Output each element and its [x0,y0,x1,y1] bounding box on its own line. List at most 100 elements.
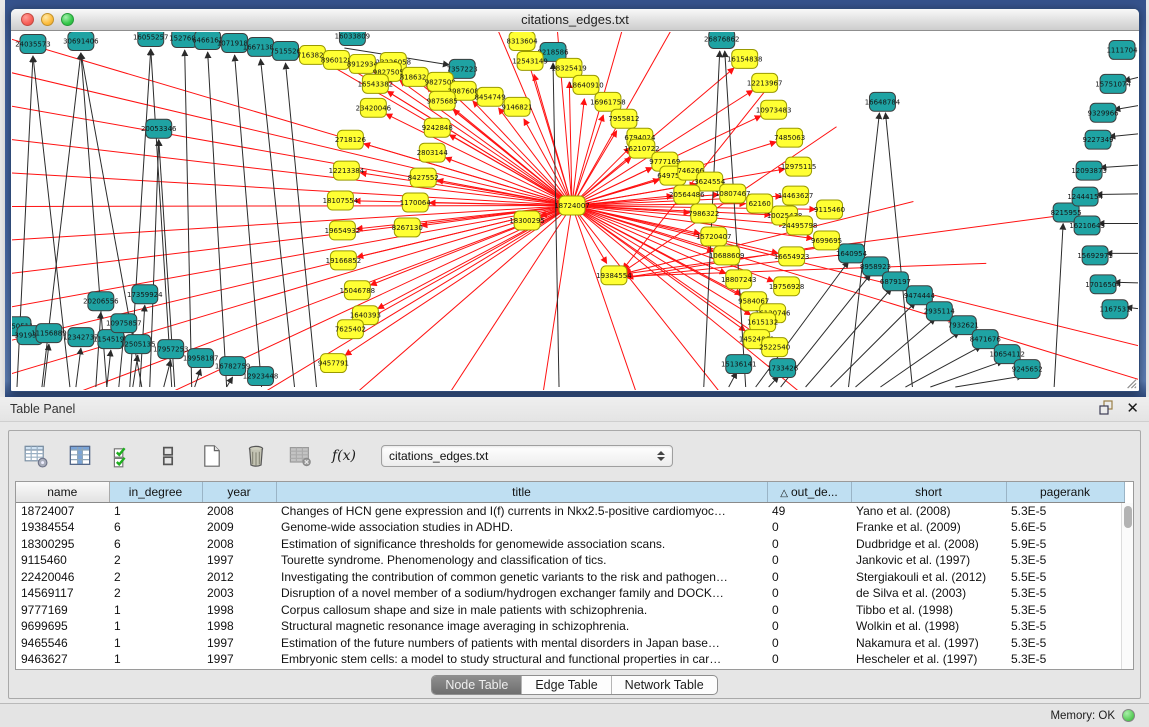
delete-column-icon[interactable] [243,443,269,469]
graph-node[interactable]: 2718126 [335,130,366,149]
graph-node[interactable]: 18640910 [568,75,604,94]
show-columns-icon[interactable] [67,443,93,469]
graph-node[interactable]: 12213967 [747,73,783,92]
tab-node-table[interactable]: Node Table [432,676,521,694]
table-cell[interactable]: 6 [109,519,202,536]
graph-node[interactable]: 9146821 [502,97,533,116]
table-cell[interactable]: 1997 [202,552,276,569]
table-cell[interactable]: Genome-wide association studies in ADHD. [276,519,767,536]
graph-node[interactable]: 16154838 [727,49,763,68]
table-cell[interactable]: Hescheler et al. (1997) [851,651,1006,668]
column-header-short[interactable]: short [851,482,1006,502]
table-cell[interactable]: Tibbo et al. (1998) [851,602,1006,619]
table-cell[interactable]: Changes of HCN gene expression and I(f) … [276,502,767,519]
table-scrollbar-thumb[interactable] [1124,506,1132,528]
table-cell[interactable]: 5.3E-5 [1006,618,1124,635]
graph-node[interactable]: 16210643 [1069,216,1105,235]
graph-node[interactable]: 20564486 [669,185,705,204]
graph-node[interactable]: 62160 [747,194,773,213]
table-cell[interactable]: 18724007 [16,502,109,519]
graph-node[interactable]: 10975857 [106,314,142,333]
table-cell[interactable]: 2009 [202,519,276,536]
graph-node[interactable]: 16648784 [865,92,901,111]
table-cell[interactable]: 2 [109,569,202,586]
table-cell[interactable]: 0 [767,635,851,652]
table-scrollbar[interactable] [1121,503,1133,669]
graph-node[interactable]: 18325419 [551,58,587,77]
graph-node[interactable]: 7986322 [688,204,719,223]
table-cell[interactable]: 5.3E-5 [1006,552,1124,569]
network-window-titlebar[interactable]: citations_edges.txt [11,9,1139,31]
table-row[interactable]: 1456911722003Disruption of a novel membe… [16,585,1124,602]
graph-node[interactable]: 11156889 [31,324,67,343]
graph-node[interactable]: 18724007 [554,196,590,215]
graph-node[interactable]: 15136141 [721,355,757,374]
table-selector[interactable]: citations_edges.txt [381,445,673,467]
table-cell[interactable]: Franke et al. (2009) [851,519,1006,536]
graph-node[interactable]: 14463627 [778,186,814,205]
graph-node[interactable]: 7485063 [774,128,805,147]
table-cell[interactable]: 14569117 [16,585,109,602]
table-cell[interactable]: Disruption of a novel member of a sodium… [276,585,767,602]
delete-table-icon[interactable] [287,443,313,469]
graph-node[interactable]: 2803144 [417,143,449,162]
table-cell[interactable]: 1 [109,651,202,668]
tab-network-table[interactable]: Network Table [611,676,717,694]
graph-node[interactable]: 9115460 [814,200,845,219]
graph-node[interactable]: 26876862 [704,32,740,48]
table-cell[interactable]: 9115460 [16,552,109,569]
table-cell[interactable]: 0 [767,585,851,602]
table-cell[interactable]: 1 [109,502,202,519]
table-row[interactable]: 946554611997Estimation of the future num… [16,635,1124,652]
graph-node[interactable]: 10807467 [715,184,751,203]
graph-node[interactable]: 23420046 [356,98,392,117]
close-panel-icon[interactable]: ✕ [1126,402,1139,416]
graph-node[interactable]: 16033809 [335,32,371,45]
graph-node[interactable]: 19384554 [596,266,632,285]
table-cell[interactable]: 2 [109,585,202,602]
graph-node[interactable]: 1733426 [767,359,798,378]
graph-node[interactable]: 1111704 [1106,40,1138,59]
graph-node[interactable]: 9227349 [1083,130,1114,149]
table-cell[interactable]: Structural magnetic resonance image aver… [276,618,767,635]
table-cell[interactable]: Stergiakouli et al. (2012) [851,569,1006,586]
graph-node[interactable]: 12543149 [512,51,548,70]
memory-status-icon[interactable] [1122,709,1135,722]
table-row[interactable]: 1938455462009Genome-wide association stu… [16,519,1124,536]
table-cell[interactable]: 1 [109,602,202,619]
table-cell[interactable]: 9465546 [16,635,109,652]
graph-node[interactable]: 12213384 [329,161,365,180]
graph-node[interactable]: 24035573 [15,34,51,53]
table-cell[interactable]: Estimation of the future numbers of pati… [276,635,767,652]
graph-node[interactable]: 6879197 [880,272,911,291]
table-cell[interactable]: 49 [767,502,851,519]
table-row[interactable]: 911546021997Tourette syndrome. Phenomeno… [16,552,1124,569]
graph-node[interactable]: 18300295 [509,211,545,230]
table-cell[interactable]: 2008 [202,536,276,553]
table-cell[interactable]: Embryonic stem cells: a model to study s… [276,651,767,668]
table-cell[interactable]: de Silva et al. (2003) [851,585,1006,602]
table-row[interactable]: 969969511998Structural magnetic resonanc… [16,618,1124,635]
graph-node[interactable]: 12444154 [1067,187,1103,206]
table-cell[interactable]: Dudbridge et al. (2008) [851,536,1006,553]
table-cell[interactable]: 5.5E-5 [1006,569,1124,586]
create-column-icon[interactable] [199,443,225,469]
table-cell[interactable]: 2 [109,552,202,569]
graph-node[interactable]: 7955812 [608,109,639,128]
graph-node[interactable]: 8267130 [392,218,423,237]
table-row[interactable]: 977716911998Corpus callosum shape and si… [16,602,1124,619]
graph-node[interactable]: 19958187 [183,349,219,368]
table-cell[interactable]: 19384554 [16,519,109,536]
graph-node[interactable]: 12923448 [243,367,279,386]
table-cell[interactable]: 18300295 [16,536,109,553]
graph-node[interactable]: 16654923 [774,247,810,266]
table-cell[interactable]: 0 [767,651,851,668]
table-cell[interactable]: Corpus callosum shape and size in male p… [276,602,767,619]
resize-grip-icon[interactable] [1122,374,1137,389]
table-cell[interactable]: 1998 [202,602,276,619]
graph-node[interactable]: 17359924 [127,285,163,304]
graph-node[interactable]: 18807243 [721,270,757,289]
graph-node[interactable]: 30691406 [63,32,99,50]
graph-node[interactable]: 15720407 [696,227,732,246]
graph-node[interactable]: 9699695 [811,231,842,250]
